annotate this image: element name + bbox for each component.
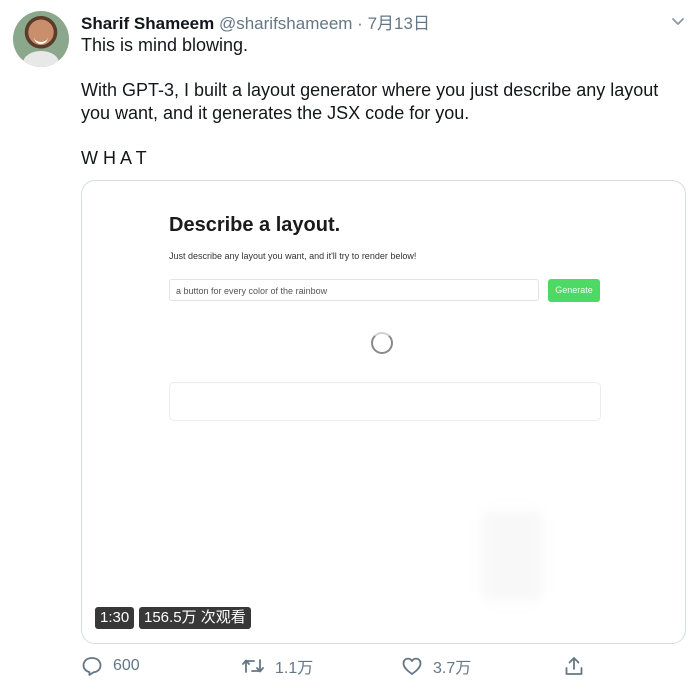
retweet-icon (241, 655, 265, 677)
reply-icon (81, 655, 103, 677)
tweet-text-line: With GPT-3, I built a layout generator w… (81, 80, 659, 100)
layout-description-input: a button for every color of the rainbow (169, 279, 539, 301)
app-title: Describe a layout. (169, 214, 341, 236)
result-area (169, 382, 601, 421)
tweet-header: Sharif Shameem @sharifshameem · 7月13日 (81, 9, 430, 34)
user-handle[interactable]: @sharifshameem (219, 14, 352, 33)
retweet-button[interactable]: 1.1万 (241, 654, 313, 678)
video-duration-badge: 1:30 (95, 607, 135, 629)
tweet-text-line: you want, and it generates the JSX code … (81, 103, 470, 123)
tweet-date[interactable]: 7月13日 (368, 14, 430, 33)
video-views-badge: 156.5万 次观看 (139, 607, 251, 629)
more-chevron-icon[interactable] (670, 13, 686, 29)
like-icon (401, 655, 423, 677)
share-icon (563, 655, 585, 677)
like-count: 3.7万 (433, 660, 472, 677)
like-button[interactable]: 3.7万 (401, 654, 471, 678)
app-subtitle: Just describe any layout you want, and i… (169, 251, 417, 261)
loading-spinner-icon (371, 332, 393, 354)
tweet-text-line: W H A T (81, 148, 147, 168)
video-artifact (482, 511, 542, 601)
share-button[interactable] (563, 654, 585, 678)
reply-count: 600 (113, 657, 140, 674)
video-player[interactable]: Describe a layout. Just describe any lay… (81, 180, 686, 644)
user-name[interactable]: Sharif Shameem (81, 14, 214, 33)
tweet-text-line: This is mind blowing. (81, 35, 249, 55)
generate-button: Generate (548, 279, 600, 302)
separator: · (357, 14, 363, 33)
retweet-count: 1.1万 (275, 660, 314, 677)
avatar[interactable] (13, 11, 69, 67)
reply-button[interactable]: 600 (81, 654, 140, 678)
